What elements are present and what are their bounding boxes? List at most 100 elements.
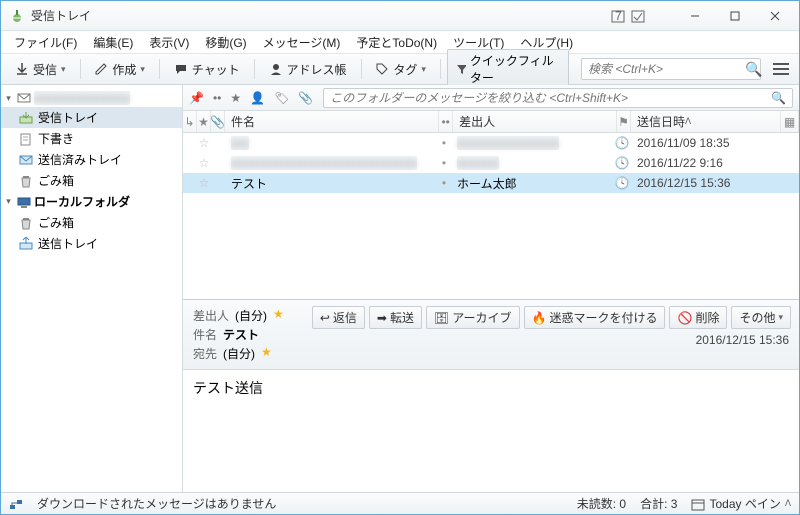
chevron-down-icon: ▾ — [421, 64, 426, 75]
menu-view[interactable]: 表示(V) — [142, 32, 196, 53]
menu-go[interactable]: 移動(G) — [198, 32, 253, 53]
titlebar: 受信トレイ 7 — [1, 1, 799, 31]
total-count: 合計: 3 — [640, 495, 677, 512]
header-date: 2016/12/15 15:36 — [312, 329, 791, 351]
col-attach[interactable]: 📎 — [211, 111, 225, 132]
col-from[interactable]: 差出人 — [453, 111, 617, 132]
inbox-icon — [19, 111, 33, 125]
column-headers[interactable]: ↳ ★ 📎 件名 •• 差出人 ⚑ 送信日時 ᐱ ▦ — [183, 111, 799, 133]
folder-inbox[interactable]: 受信トレイ — [1, 107, 182, 128]
junk-button[interactable]: 🔥迷惑マークを付ける — [524, 306, 666, 329]
addressbook-button[interactable]: アドレス帳 — [261, 57, 355, 82]
chevron-down-icon: ▾ — [61, 64, 66, 75]
account-node[interactable]: ▾ xxxxxxxxxxxxxxxx — [1, 89, 182, 107]
menu-edit[interactable]: 編集(E) — [86, 32, 140, 53]
today-pane-toggle[interactable]: Today ペイン ᐱ — [691, 495, 791, 512]
search-icon[interactable]: 🔍 — [771, 91, 786, 105]
svg-text:7: 7 — [615, 9, 622, 23]
chevron-down-icon: ▾ — [140, 64, 145, 75]
app-icon — [9, 8, 25, 24]
reply-button[interactable]: ↩返信 — [312, 306, 365, 329]
star-icon[interactable]: ★ — [261, 345, 272, 362]
reply-icon: ↩ — [320, 311, 330, 325]
list-empty-area — [183, 193, 799, 299]
computer-icon — [17, 195, 31, 209]
minimize-button[interactable] — [675, 5, 715, 27]
mail-account-icon — [17, 91, 31, 105]
pencil-icon — [94, 62, 108, 76]
outbox-icon — [19, 237, 33, 251]
forward-icon: ➡ — [377, 311, 387, 325]
search-field[interactable] — [588, 62, 745, 76]
attachment-filter-icon[interactable]: 📎 — [298, 91, 313, 105]
message-body[interactable]: テスト送信 — [183, 369, 799, 492]
col-subject[interactable]: 件名 — [225, 111, 439, 132]
folder-drafts[interactable]: 下書き — [1, 128, 182, 149]
pin-icon[interactable]: 📌 — [189, 91, 204, 105]
forward-button[interactable]: ➡転送 — [369, 306, 422, 329]
star-icon[interactable]: ★ — [273, 307, 284, 324]
col-picker[interactable]: ▦ — [781, 111, 799, 132]
filter-input[interactable]: 🔍 — [323, 88, 793, 108]
local-folders-node[interactable]: ▾ ローカルフォルダ — [1, 191, 182, 212]
tag-button[interactable]: タグ▾ — [367, 57, 434, 82]
other-button[interactable]: その他▾ — [731, 306, 791, 329]
funnel-icon — [456, 63, 466, 75]
chat-button[interactable]: チャット — [166, 57, 248, 82]
delete-icon: 🚫 — [677, 311, 692, 325]
maximize-button[interactable] — [715, 5, 755, 27]
folder-sent[interactable]: 送信済みトレイ — [1, 149, 182, 170]
search-icon[interactable]: 🔍 — [745, 61, 762, 78]
calendar-b-icon[interactable] — [631, 9, 645, 23]
twisty-icon[interactable]: ▾ — [3, 196, 14, 207]
main-area: ▾ xxxxxxxxxxxxxxxx 受信トレイ 下書き 送信済みトレイ ごみ箱… — [1, 85, 799, 492]
compose-button[interactable]: 作成▾ — [86, 57, 153, 82]
unread-count: 未読数: 0 — [577, 495, 626, 512]
message-list[interactable]: ☆ xxx • xxxxxxxxxxxxxxxxx 🕓 2016/11/09 1… — [183, 133, 799, 193]
close-button[interactable] — [755, 5, 795, 27]
col-junk[interactable]: ⚑ — [617, 111, 631, 132]
folder-tree[interactable]: ▾ xxxxxxxxxxxxxxxx 受信トレイ 下書き 送信済みトレイ ごみ箱… — [1, 85, 183, 492]
trash-icon — [19, 216, 33, 230]
drafts-icon — [19, 132, 33, 146]
folder-local-outbox[interactable]: 送信トレイ — [1, 233, 182, 254]
delete-button[interactable]: 🚫削除 — [669, 306, 727, 329]
connection-icon[interactable] — [9, 497, 23, 511]
unread-filter-icon[interactable]: •• — [213, 91, 221, 105]
message-header-pane: 差出人 (自分)★ 件名 テスト 宛先 (自分)★ ↩返信 ➡転送 🗄アーカイブ… — [183, 299, 799, 369]
main-menu-button[interactable] — [769, 59, 793, 79]
col-read[interactable]: •• — [439, 111, 453, 132]
message-row-selected[interactable]: ☆ テスト • ホーム太郎 🕓 2016/12/15 15:36 — [183, 173, 799, 193]
menu-message[interactable]: メッセージ(M) — [256, 32, 348, 53]
col-star[interactable]: ★ — [197, 111, 211, 132]
tag-filter-icon[interactable]: 🏷 — [274, 91, 289, 105]
archive-button[interactable]: 🗄アーカイブ — [426, 306, 520, 329]
folder-trash[interactable]: ごみ箱 — [1, 170, 182, 191]
star-filter-icon[interactable]: ★ — [230, 91, 241, 105]
calendar-a-icon[interactable]: 7 — [611, 9, 625, 23]
person-icon — [269, 62, 283, 76]
message-pane: 📌 •• ★ 👤 🏷 📎 🔍 ↳ ★ 📎 件名 •• 差出人 ⚑ 送信日時 ᐱ … — [183, 85, 799, 492]
message-row[interactable]: ☆ xxxxxxxxxxxxxxxxxxxxxxxxxxxxxxx • xxxx… — [183, 153, 799, 173]
window-title: 受信トレイ — [31, 7, 91, 24]
archive-icon: 🗄 — [434, 311, 449, 325]
flame-icon: 🔥 — [532, 311, 547, 325]
contact-filter-icon[interactable]: 👤 — [250, 91, 265, 105]
tag-icon — [375, 62, 389, 76]
menu-file[interactable]: ファイル(F) — [7, 32, 84, 53]
receive-button[interactable]: 受信▾ — [7, 57, 74, 82]
sent-icon — [19, 153, 33, 167]
col-date[interactable]: 送信日時 ᐱ — [631, 111, 781, 132]
menu-todo[interactable]: 予定とToDo(N) — [349, 32, 444, 53]
calendar-icon — [691, 497, 705, 511]
col-thread[interactable]: ↳ — [183, 111, 197, 132]
folder-local-trash[interactable]: ごみ箱 — [1, 212, 182, 233]
twisty-icon[interactable]: ▾ — [3, 93, 14, 104]
trash-icon — [19, 174, 33, 188]
search-input[interactable]: 🔍 — [581, 58, 761, 80]
quick-filter-row: 📌 •• ★ 👤 🏷 📎 🔍 — [183, 85, 799, 111]
message-row[interactable]: ☆ xxx • xxxxxxxxxxxxxxxxx 🕓 2016/11/09 1… — [183, 133, 799, 153]
quick-filter-button[interactable]: クイックフィルター — [447, 49, 569, 89]
message-actions: ↩返信 ➡転送 🗄アーカイブ 🔥迷惑マークを付ける 🚫削除 その他▾ — [312, 306, 791, 329]
status-text: ダウンロードされたメッセージはありません — [37, 495, 276, 512]
